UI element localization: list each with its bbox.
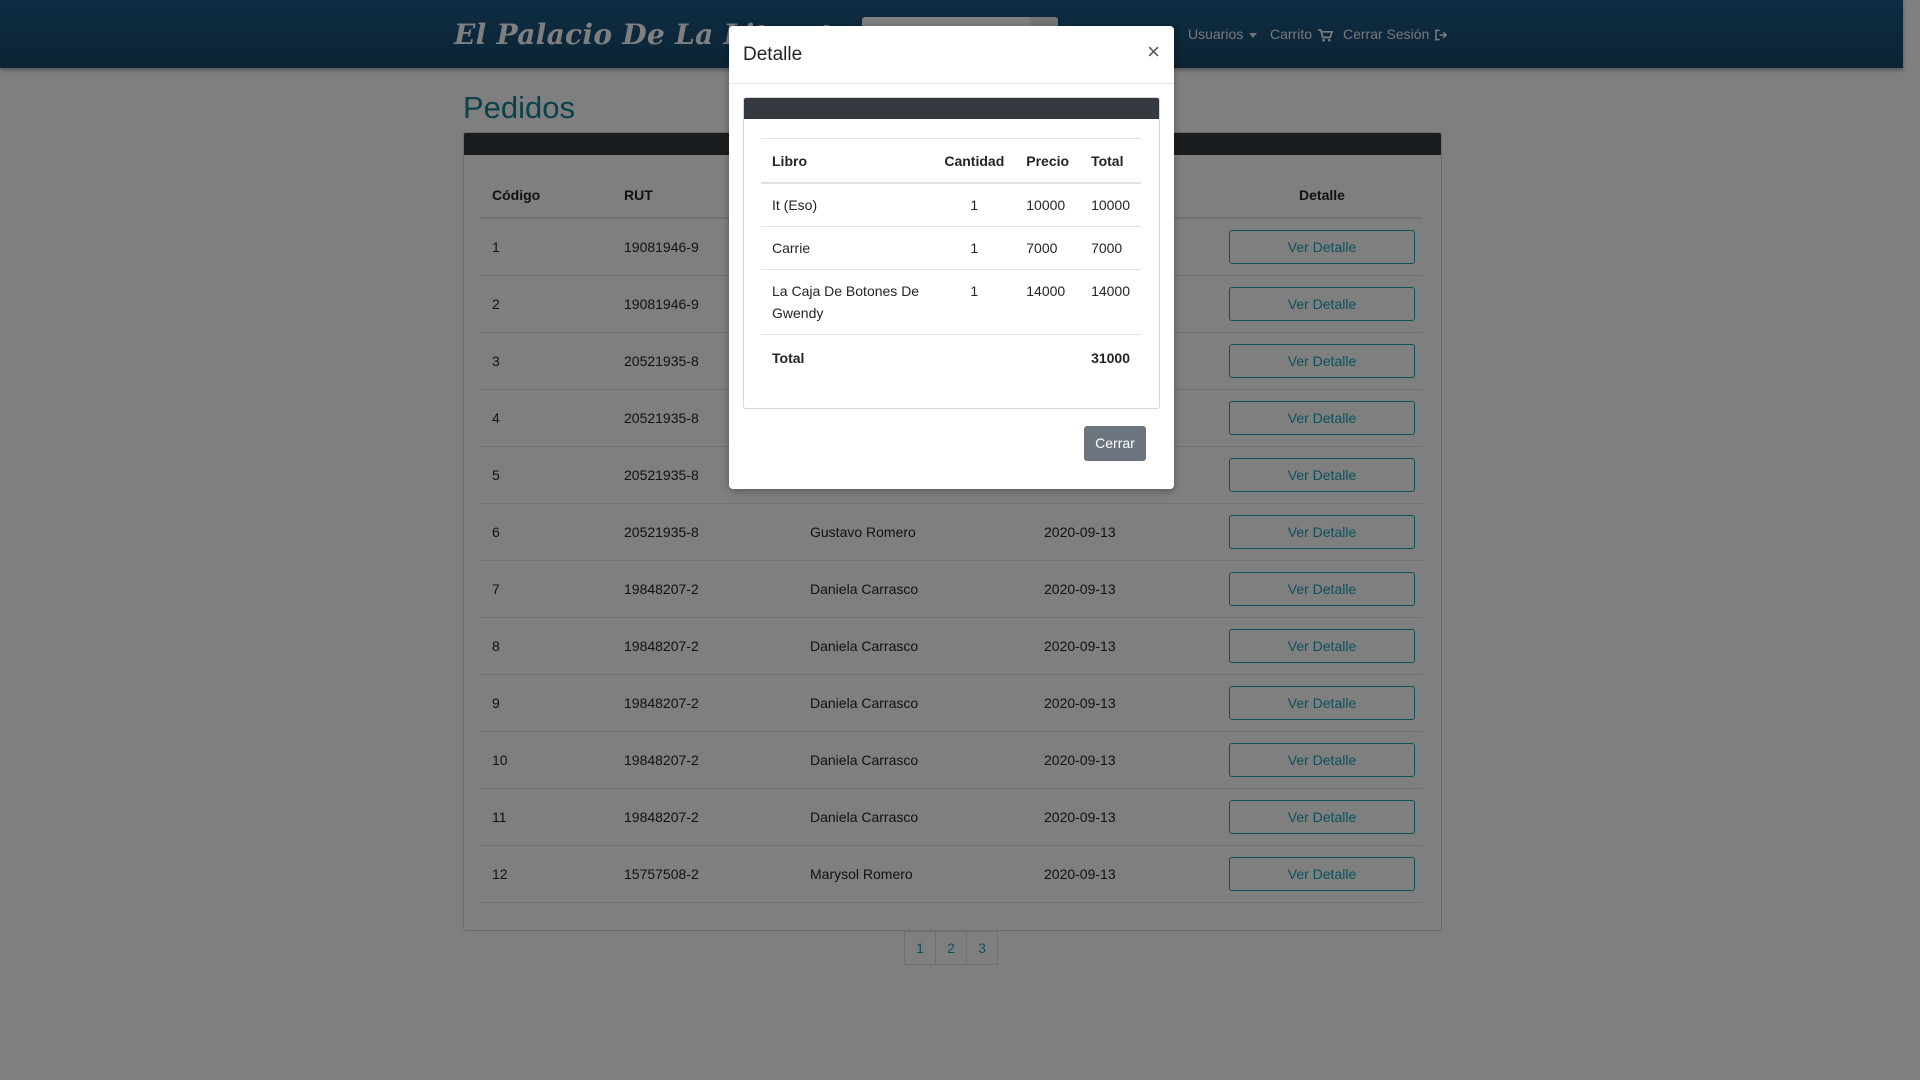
detail-row: Carrie 1 7000 7000	[761, 226, 1141, 270]
item-precio: 7000	[1015, 226, 1081, 270]
item-precio: 14000	[1015, 269, 1081, 335]
item-total: 10000	[1080, 183, 1141, 227]
close-icon[interactable]: ×	[1147, 39, 1160, 65]
item-precio: 10000	[1015, 183, 1081, 227]
header-total: Total	[1080, 138, 1141, 184]
detail-row: La Caja De Botones De Gwendy 1 14000 140…	[761, 269, 1141, 335]
header-cantidad: Cantidad	[933, 138, 1016, 184]
header-precio: Precio	[1015, 138, 1081, 184]
detail-table: Libro Cantidad Precio Total It (Eso) 1 1…	[761, 138, 1141, 379]
modal-header: Detalle ×	[729, 26, 1174, 84]
detail-card-header	[744, 98, 1159, 119]
item-total: 7000	[1080, 226, 1141, 270]
modal-title: Detalle	[743, 44, 803, 65]
total-label: Total	[772, 350, 805, 366]
detail-table-header-row: Libro Cantidad Precio Total	[761, 138, 1141, 184]
total-value: 31000	[1091, 350, 1130, 366]
total-spacer-1	[933, 335, 1015, 380]
detail-row: It (Eso) 1 10000 10000	[761, 183, 1141, 227]
item-cantidad: 1	[933, 269, 1016, 335]
item-libro: Carrie	[761, 226, 934, 270]
item-libro: La Caja De Botones De Gwendy	[761, 269, 934, 335]
detail-modal: Detalle × Libro Cantidad Precio Total It…	[729, 26, 1174, 489]
total-spacer-2	[1015, 335, 1080, 380]
close-button[interactable]: Cerrar	[1084, 426, 1146, 461]
item-total: 14000	[1080, 269, 1141, 335]
header-libro: Libro	[761, 138, 934, 184]
detail-total-row: Total 31000	[761, 335, 1141, 380]
item-libro: It (Eso)	[761, 183, 934, 227]
detail-card: Libro Cantidad Precio Total It (Eso) 1 1…	[743, 97, 1160, 409]
item-cantidad: 1	[933, 183, 1016, 227]
item-cantidad: 1	[933, 226, 1016, 270]
